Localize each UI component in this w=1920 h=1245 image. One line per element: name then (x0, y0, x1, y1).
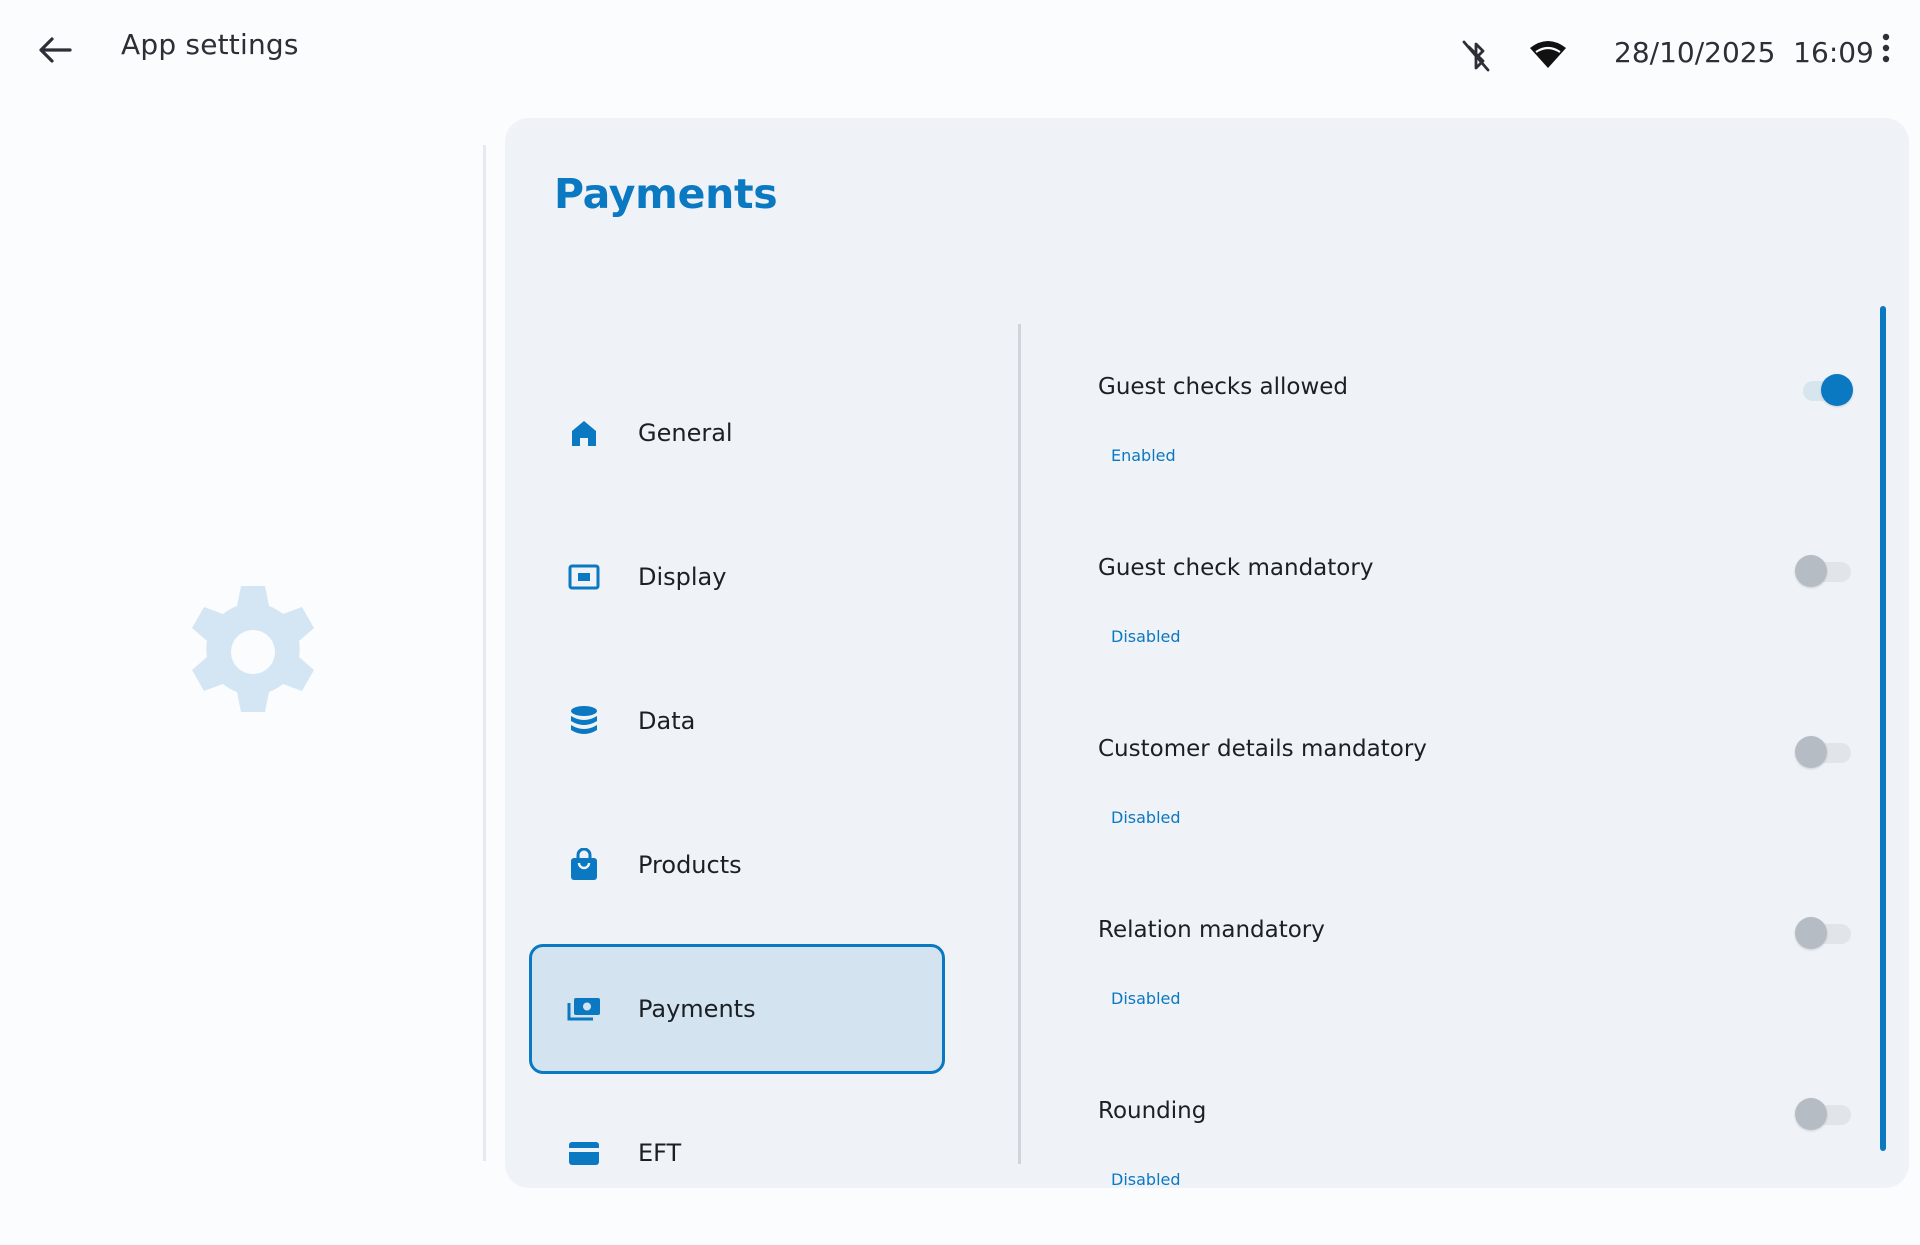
guest-check-mandatory-toggle[interactable] (1795, 549, 1855, 589)
top-bar: App settings 28/10/2025 16:09 (0, 0, 1920, 96)
guest-checks-allowed-toggle[interactable] (1795, 368, 1855, 408)
back-arrow-icon[interactable] (30, 26, 78, 74)
setting-row: Customer details mandatory Disabled (1098, 702, 1858, 883)
setting-row: Rounding Disabled (1098, 1064, 1858, 1245)
settings-card: Payments General Display Data Products P… (505, 118, 1909, 1189)
customer-details-mandatory-toggle[interactable] (1795, 730, 1855, 770)
setting-title: Relation mandatory (1098, 917, 1325, 943)
bluetooth-disabled-icon (1458, 36, 1494, 76)
nav-item-label: General (638, 419, 733, 447)
rounding-toggle[interactable] (1795, 1092, 1855, 1132)
shopping-bag-icon (567, 847, 601, 882)
setting-status: Disabled (1111, 808, 1181, 827)
setting-status: Disabled (1111, 627, 1181, 646)
home-icon (567, 416, 601, 450)
setting-title: Rounding (1098, 1098, 1207, 1124)
setting-row: Relation mandatory Disabled (1098, 883, 1858, 1064)
nav-item-data[interactable]: Data (529, 656, 945, 786)
left-divider (483, 145, 486, 1161)
settings-nav: General Display Data Products Payments E… (529, 368, 945, 1232)
app-title: App settings (121, 28, 299, 61)
card-icon (567, 1136, 601, 1170)
more-vertical-icon[interactable] (1870, 32, 1902, 64)
relation-mandatory-toggle[interactable] (1795, 911, 1855, 951)
nav-item-label: Data (638, 707, 696, 735)
display-icon (567, 560, 601, 594)
settings-list: Guest checks allowed Enabled Guest check… (1098, 340, 1858, 1245)
nav-item-eft[interactable]: EFT (529, 1088, 945, 1218)
setting-title: Guest check mandatory (1098, 555, 1374, 581)
setting-row: Guest check mandatory Disabled (1098, 521, 1858, 702)
nav-item-general[interactable]: General (529, 368, 945, 498)
nav-item-label: Products (638, 851, 742, 879)
setting-status: Enabled (1111, 446, 1176, 465)
page-title: Payments (554, 170, 778, 218)
payments-icon (567, 992, 601, 1026)
wifi-icon (1528, 38, 1568, 70)
database-icon (567, 704, 601, 738)
setting-title: Guest checks allowed (1098, 374, 1349, 400)
nav-item-label: Display (638, 563, 727, 591)
nav-item-products[interactable]: Products (529, 800, 945, 930)
setting-status: Disabled (1111, 1170, 1181, 1189)
nav-item-label: Payments (638, 995, 756, 1023)
date-time: 28/10/2025 16:09 (1614, 36, 1874, 69)
nav-item-display[interactable]: Display (529, 512, 945, 642)
nav-divider (1018, 324, 1021, 1164)
setting-row: Guest checks allowed Enabled (1098, 340, 1858, 521)
nav-item-label: EFT (638, 1139, 682, 1167)
setting-status: Disabled (1111, 989, 1181, 1008)
setting-title: Customer details mandatory (1098, 736, 1427, 762)
nav-item-payments[interactable]: Payments (529, 944, 945, 1074)
settings-scrollbar[interactable] (1880, 306, 1886, 1151)
settings-gear-icon (183, 582, 323, 722)
